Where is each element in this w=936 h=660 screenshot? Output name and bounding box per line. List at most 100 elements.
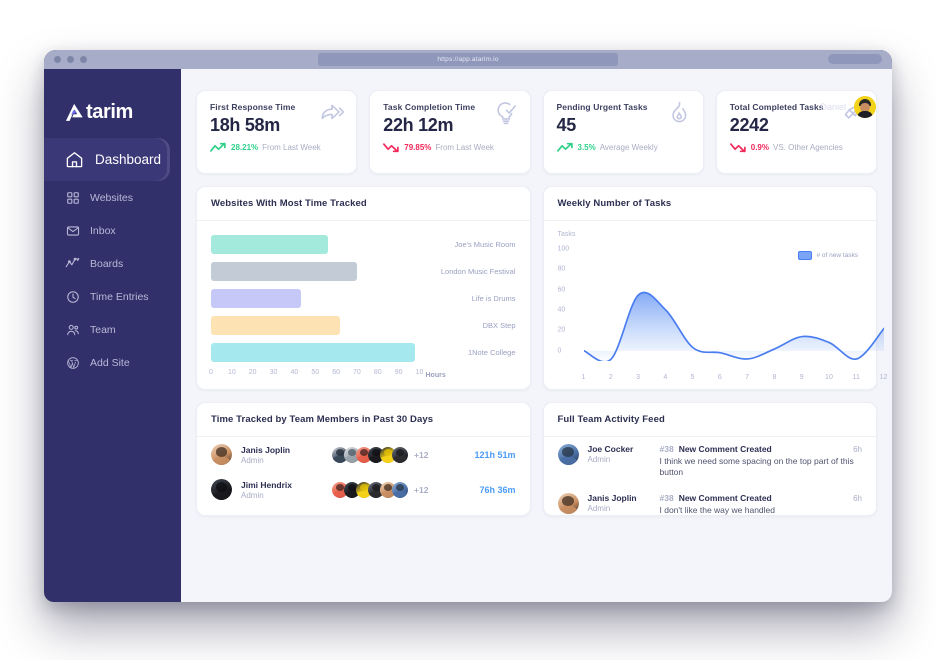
stat-percent: 3.5%	[577, 143, 596, 152]
bar-chart-x-label: Hours	[425, 371, 446, 379]
charts-row: Websites With Most Time Tracked Joe's Mu…	[196, 186, 888, 390]
x-axis-tick: 5	[690, 374, 695, 381]
bar-label: Joe's Music Room	[454, 240, 516, 249]
page-viewport: tarim Dashboard Websites Inbox Boards Ti…	[44, 69, 892, 602]
legend-swatch	[798, 251, 813, 260]
sidebar-item-team[interactable]: Team	[44, 313, 181, 346]
stat-card-pending-urgent-tasks[interactable]: Pending Urgent Tasks 45 3.5% Average Wee…	[542, 90, 704, 174]
sidebar-item-dashboard[interactable]: Dashboard	[44, 138, 170, 181]
close-window-dot[interactable]	[54, 56, 61, 63]
author-identity: Joe Cocker Admin	[588, 444, 656, 479]
minimize-window-dot[interactable]	[67, 56, 74, 63]
site-avatar-stack[interactable]	[331, 445, 409, 464]
panel-time-tracked-by-team: Time Tracked by Team Members in Past 30 …	[196, 402, 531, 516]
stat-caption: VS. Other Agencies	[772, 143, 843, 152]
window-controls[interactable]	[54, 56, 87, 63]
overflow-count[interactable]: +12	[414, 450, 428, 460]
x-axis-tick: 10	[825, 374, 833, 381]
bar-chart-row: Life is Drums	[211, 285, 516, 312]
bar-axis-tick: 20	[248, 369, 257, 376]
activity-body: #38 New Comment Created 6h I think we need …	[660, 444, 863, 479]
sidebar-item-time-entries[interactable]: Time Entries	[44, 280, 181, 313]
bar[interactable]	[211, 235, 328, 254]
bar-track	[211, 312, 420, 339]
activity-feed-row[interactable]: Joe Cocker Admin #38 New Comment Created 6h I…	[544, 437, 877, 486]
panel-title: Websites With Most Time Tracked	[197, 187, 530, 221]
chart-line-icon	[65, 256, 80, 271]
y-axis-tick: 40	[557, 306, 566, 314]
stat-card-task-completion-time[interactable]: Task Completion Time 22h 12m 79.85% From…	[369, 90, 531, 174]
bar[interactable]	[211, 343, 416, 362]
sidebar: tarim Dashboard Websites Inbox Boards Ti…	[44, 69, 181, 602]
y-axis-tick: 80	[557, 265, 566, 273]
line-chart-series	[583, 291, 884, 361]
y-axis-tick: 0	[557, 347, 562, 355]
overflow-count[interactable]: +12	[414, 485, 428, 495]
x-axis-tick: 11	[852, 374, 860, 381]
stat-footer: 79.85% From Last Week	[383, 142, 516, 153]
stat-percent: 79.85%	[404, 143, 432, 152]
task-id[interactable]: #38	[660, 444, 674, 454]
address-bar[interactable]: https://app.atarim.io	[318, 53, 618, 66]
site-avatar-stack[interactable]	[331, 480, 409, 499]
sidebar-item-websites[interactable]: Websites	[44, 181, 181, 214]
panel-title: Full Team Activity Feed	[543, 403, 876, 437]
author-role: Admin	[587, 455, 611, 464]
sidebar-nav: Dashboard Websites Inbox Boards Time Ent…	[44, 138, 181, 379]
bar-axis-tick: 60	[332, 369, 340, 376]
y-axis-tick: 20	[557, 326, 566, 334]
activity-heading: #38 New Comment Created 6h	[660, 493, 863, 503]
trend-down-icon	[383, 143, 399, 153]
bar-label: 1Note College	[467, 348, 516, 357]
sidebar-item-boards[interactable]: Boards	[44, 247, 181, 280]
clock-icon	[65, 289, 80, 304]
bar-chart-row: DBX Step	[211, 312, 516, 339]
trend-down-icon	[729, 143, 746, 153]
sidebar-item-label: Dashboard	[95, 152, 162, 167]
panel-full-team-activity-feed: Full Team Activity Feed Joe Cocker Admin #…	[542, 402, 877, 516]
avatar[interactable]	[854, 96, 876, 118]
x-axis-tick: 8	[772, 374, 777, 381]
x-axis-tick: 3	[636, 374, 640, 381]
stacked-avatar	[391, 480, 409, 499]
bar-axis-tick: 30	[269, 369, 278, 376]
bar[interactable]	[211, 316, 341, 335]
main-content: First Response Time 18h 58m 28.21% From …	[181, 69, 892, 602]
maximize-window-dot[interactable]	[80, 56, 87, 63]
x-axis-tick: 12	[879, 374, 888, 381]
team-member-row[interactable]: Janis Joplin Admin +12 121h 51m	[197, 437, 530, 472]
y-axis-tick: 60	[557, 286, 566, 294]
screenshot-stage: https://app.atarim.io tarim Dashboard We…	[0, 0, 936, 660]
sidebar-item-inbox[interactable]: Inbox	[44, 214, 181, 247]
bar-axis-tick: 80	[373, 369, 382, 376]
activity-feed-row[interactable]: Janis Joplin Admin #38 New Comment Created 6…	[544, 486, 877, 515]
bar-axis-tick: 10	[415, 369, 424, 376]
stat-footer: 0.9% VS. Other Agencies	[729, 142, 863, 153]
author-identity: Janis Joplin Admin	[588, 493, 656, 515]
x-axis-tick: 9	[799, 374, 804, 381]
users-icon	[65, 322, 80, 337]
brand-logo[interactable]: tarim	[44, 69, 181, 131]
topbar-user[interactable]: Daniel	[820, 96, 876, 118]
bar[interactable]	[211, 262, 357, 281]
home-icon	[65, 150, 84, 169]
stat-card-first-response-time[interactable]: First Response Time 18h 58m 28.21% From …	[196, 90, 358, 174]
line-chart-plot: Tasks 020406080100 123456789101112 Weeks	[557, 231, 888, 381]
bottom-row: Time Tracked by Team Members in Past 30 …	[196, 402, 877, 516]
activity-action: New Comment Created	[678, 492, 772, 503]
bar[interactable]	[211, 289, 301, 308]
bar-chart-row: 1Note College	[211, 339, 516, 366]
bar-axis-tick: 50	[311, 369, 320, 376]
trend-up-icon	[210, 142, 226, 152]
tracked-time: 76h 36m	[479, 484, 516, 495]
stat-percent: 0.9%	[750, 143, 769, 152]
task-id[interactable]: #38	[660, 493, 674, 503]
panel-title: Time Tracked by Team Members in Past 30 …	[197, 403, 530, 437]
sidebar-item-add-site[interactable]: Add Site	[44, 346, 181, 379]
team-member-row[interactable]: Jimi Hendrix Admin +12 76h 36m	[197, 472, 530, 507]
browser-window: https://app.atarim.io tarim Dashboard We…	[44, 50, 892, 602]
stat-caption: Average Weekly	[599, 143, 658, 152]
bar-axis-tick: 70	[353, 369, 361, 376]
x-axis-tick: 1	[581, 374, 586, 381]
user-name: Daniel	[820, 102, 846, 112]
